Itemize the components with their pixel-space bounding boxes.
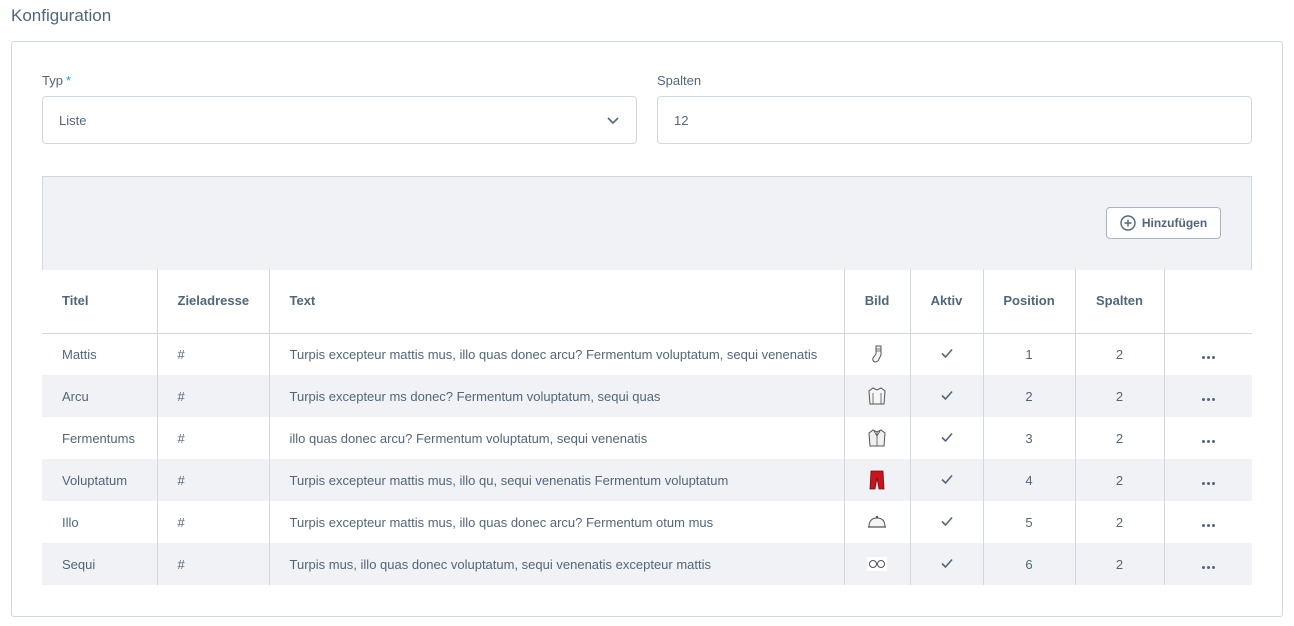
cell-bild	[844, 333, 911, 375]
column-header-zieladresse[interactable]: Zieladresse	[157, 269, 270, 334]
spalten-input[interactable]: 12	[657, 96, 1252, 144]
row-actions[interactable]	[1164, 459, 1252, 501]
checkmark-icon	[940, 348, 953, 358]
more-icon[interactable]	[1201, 523, 1215, 527]
column-header-bild[interactable]: Bild	[844, 269, 911, 334]
table-row[interactable]: Sequi # Turpis mus, illo quas donec volu…	[42, 543, 1252, 585]
checkmark-icon	[940, 558, 953, 568]
cell-zieladresse: #	[157, 501, 270, 543]
cell-position: 6	[983, 543, 1076, 585]
cell-bild	[844, 543, 911, 585]
cell-spalten: 2	[1075, 501, 1165, 543]
cell-zieladresse: #	[157, 417, 270, 459]
checkmark-icon	[940, 390, 953, 400]
add-button[interactable]: Hinzufügen	[1106, 207, 1221, 239]
cell-zieladresse: #	[157, 333, 270, 375]
trousers-icon	[869, 470, 885, 490]
cell-position: 3	[983, 417, 1076, 459]
grid-toolbar: Hinzufügen	[42, 176, 1252, 270]
shirt-icon	[868, 387, 886, 405]
typ-select-value: Liste	[59, 112, 87, 128]
cell-aktiv	[910, 375, 984, 417]
data-grid: Titel Zieladresse Text Bild Aktiv Positi…	[42, 269, 1252, 585]
configuration-card: Typ * Liste Spalten 12 Hinzufügen Titel Z…	[11, 41, 1283, 617]
column-header-titel[interactable]: Titel	[42, 269, 158, 334]
more-icon[interactable]	[1201, 481, 1215, 485]
cell-titel: Illo	[42, 501, 158, 543]
sock-icon	[872, 345, 882, 363]
more-icon[interactable]	[1201, 355, 1215, 359]
cell-spalten: 2	[1075, 333, 1165, 375]
cell-text: Turpis excepteur mattis mus, illo quas d…	[269, 333, 845, 375]
cell-zieladresse: #	[157, 459, 270, 501]
cell-aktiv	[910, 417, 984, 459]
column-header-position[interactable]: Position	[983, 269, 1076, 334]
row-actions[interactable]	[1164, 375, 1252, 417]
plus-circle-icon	[1120, 215, 1136, 231]
row-actions[interactable]	[1164, 417, 1252, 459]
cell-aktiv	[910, 543, 984, 585]
cell-text: Turpis excepteur mattis mus, illo quas d…	[269, 501, 845, 543]
cell-position: 1	[983, 333, 1076, 375]
cell-spalten: 2	[1075, 375, 1165, 417]
cell-aktiv	[910, 459, 984, 501]
column-header-aktiv[interactable]: Aktiv	[910, 269, 984, 334]
table-row[interactable]: Voluptatum # Turpis excepteur mattis mus…	[42, 459, 1252, 501]
cell-spalten: 2	[1075, 459, 1165, 501]
row-actions[interactable]	[1164, 333, 1252, 375]
cell-zieladresse: #	[157, 375, 270, 417]
cell-titel: Mattis	[42, 333, 158, 375]
cell-position: 2	[983, 375, 1076, 417]
column-header-text[interactable]: Text	[269, 269, 845, 334]
spalten-input-value: 12	[674, 112, 689, 128]
row-actions[interactable]	[1164, 543, 1252, 585]
typ-label-text: Typ	[42, 73, 63, 88]
jacket-icon	[868, 429, 886, 447]
chevron-down-icon	[607, 117, 619, 125]
cell-titel: Voluptatum	[42, 459, 158, 501]
cell-aktiv	[910, 501, 984, 543]
table-row[interactable]: Illo # Turpis excepteur mattis mus, illo…	[42, 501, 1252, 543]
cell-spalten: 2	[1075, 543, 1165, 585]
required-marker: *	[65, 73, 72, 88]
cell-text: Turpis mus, illo quas donec voluptatum, …	[269, 543, 845, 585]
cell-zieladresse: #	[157, 543, 270, 585]
cell-spalten: 2	[1075, 417, 1165, 459]
table-row[interactable]: Arcu # Turpis excepteur ms donec? Fermen…	[42, 375, 1252, 417]
table-row[interactable]: Mattis # Turpis excepteur mattis mus, il…	[42, 333, 1252, 375]
column-header-spalten[interactable]: Spalten	[1075, 269, 1165, 334]
cell-text: Turpis excepteur mattis mus, illo qu, se…	[269, 459, 845, 501]
cell-bild	[844, 375, 911, 417]
cell-position: 5	[983, 501, 1076, 543]
cell-titel: Arcu	[42, 375, 158, 417]
cell-bild	[844, 417, 911, 459]
typ-select[interactable]: Liste	[42, 96, 637, 144]
typ-label: Typ *	[42, 73, 71, 88]
checkmark-icon	[940, 432, 953, 442]
cell-bild	[844, 459, 911, 501]
cell-text: Turpis excepteur ms donec? Fermentum vol…	[269, 375, 845, 417]
page-title: Konfiguration	[11, 6, 112, 25]
table-row[interactable]: Fermentums # illo quas donec arcu? Ferme…	[42, 417, 1252, 459]
cell-titel: Fermentums	[42, 417, 158, 459]
checkmark-icon	[940, 516, 953, 526]
add-button-label: Hinzufügen	[1141, 216, 1208, 230]
more-icon[interactable]	[1201, 565, 1215, 569]
column-header-actions	[1164, 269, 1252, 334]
glasses-icon	[867, 557, 887, 571]
cell-aktiv	[910, 333, 984, 375]
cap-icon	[868, 515, 886, 528]
spalten-label: Spalten	[657, 73, 702, 88]
table-header-row: Titel Zieladresse Text Bild Aktiv Positi…	[42, 269, 1252, 334]
more-icon[interactable]	[1201, 439, 1215, 443]
row-actions[interactable]	[1164, 501, 1252, 543]
cell-text: illo quas donec arcu? Fermentum voluptat…	[269, 417, 845, 459]
cell-bild	[844, 501, 911, 543]
more-icon[interactable]	[1201, 397, 1215, 401]
cell-position: 4	[983, 459, 1076, 501]
checkmark-icon	[940, 474, 953, 484]
cell-titel: Sequi	[42, 543, 158, 585]
